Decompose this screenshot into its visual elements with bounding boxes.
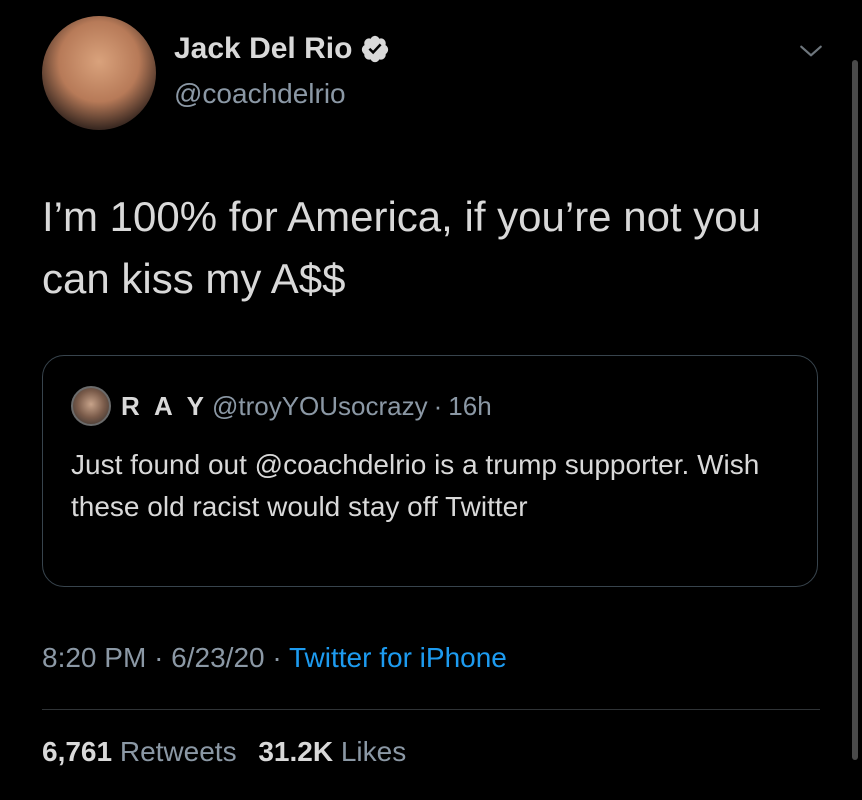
retweets-count: 6,761 bbox=[42, 736, 113, 767]
tweet-meta: 8:20 PM · 6/23/20 · Twitter for iPhone bbox=[42, 642, 507, 674]
author-name[interactable]: Jack Del Rio bbox=[174, 32, 352, 66]
quoted-author-avatar bbox=[71, 386, 111, 426]
tweet-text: I’m 100% for America, if you’re not you … bbox=[42, 193, 761, 302]
chevron-down-icon[interactable] bbox=[798, 38, 824, 64]
verified-badge-icon bbox=[362, 35, 389, 63]
likes-label: Likes bbox=[340, 736, 407, 767]
tweet-date[interactable]: 6/23/20 bbox=[171, 642, 264, 673]
quoted-tweet-header: R A Y @troyYOUsocrazy · 16h bbox=[71, 386, 492, 426]
author-handle[interactable]: @coachdelrio bbox=[174, 78, 346, 110]
quoted-tweet-time: 16h bbox=[448, 390, 492, 421]
tweet-source-link[interactable]: Twitter for iPhone bbox=[289, 642, 507, 673]
retweets-stat[interactable]: 6,761 Retweets bbox=[42, 736, 244, 767]
author-name-row[interactable]: Jack Del Rio bbox=[174, 32, 390, 66]
retweets-label: Retweets bbox=[119, 736, 237, 767]
tweet-time[interactable]: 8:20 PM bbox=[42, 642, 146, 673]
scrollbar[interactable] bbox=[852, 60, 858, 760]
quoted-tweet-card[interactable]: R A Y @troyYOUsocrazy · 16h Just found o… bbox=[42, 355, 818, 587]
author-avatar[interactable] bbox=[42, 16, 156, 130]
divider bbox=[42, 709, 820, 710]
quoted-author-name: R A Y bbox=[121, 390, 208, 421]
meta-separator: · bbox=[154, 642, 164, 673]
likes-stat[interactable]: 31.2K Likes bbox=[258, 736, 406, 767]
quoted-author-handle: @troyYOUsocrazy bbox=[211, 390, 428, 421]
likes-count: 31.2K bbox=[258, 736, 334, 767]
meta-separator: · bbox=[272, 642, 282, 673]
quoted-separator: · bbox=[433, 390, 443, 421]
quoted-tweet-text: Just found out @coachdelrio is a trump s… bbox=[71, 449, 760, 522]
tweet-stats: 6,761 Retweets 31.2K Likes bbox=[42, 736, 406, 768]
